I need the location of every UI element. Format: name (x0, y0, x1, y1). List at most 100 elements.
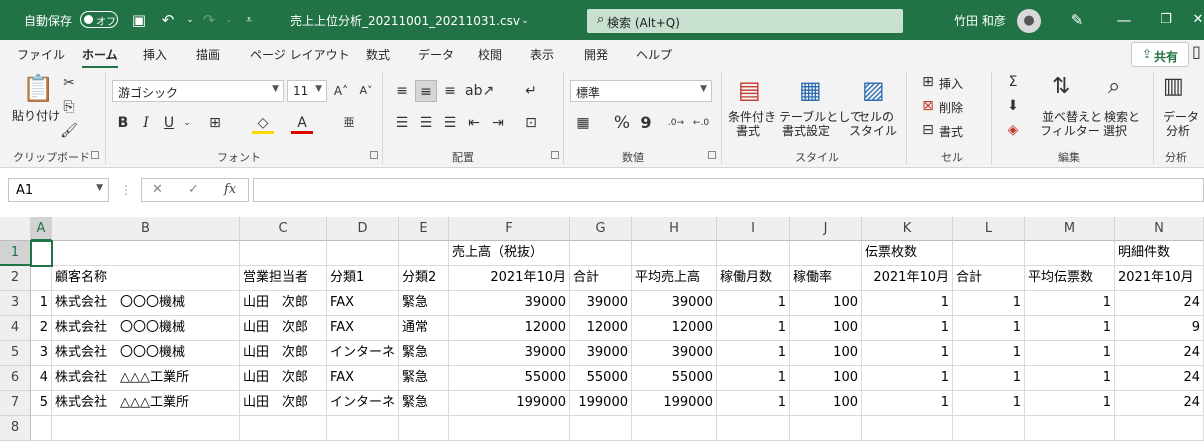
redo-icon[interactable]: ↷ (198, 9, 220, 31)
cell-k3[interactable]: 1 (862, 291, 953, 316)
row-header-5[interactable]: 5 (0, 341, 31, 366)
cell-m6[interactable]: 1 (1025, 366, 1115, 391)
name-box[interactable]: A1 ▼ (8, 178, 109, 202)
row-header-2[interactable]: 2 (0, 266, 31, 291)
cell-d5[interactable]: インターネ (327, 341, 399, 366)
font-size-select[interactable]: 11 ▼ (287, 80, 327, 102)
underline-dropdown-icon[interactable]: ⌄ (176, 112, 198, 134)
insert-cells-button[interactable]: 挿入 (939, 75, 963, 92)
cell-m2[interactable]: 平均伝票数 (1025, 266, 1115, 291)
sort-filter-icon[interactable]: ⇅ (1052, 74, 1070, 99)
font-color-icon[interactable]: A (291, 112, 313, 134)
cell-m8[interactable] (1025, 416, 1115, 441)
cell-l3[interactable]: 1 (953, 291, 1025, 316)
autosum-icon[interactable]: Σ (1002, 71, 1024, 93)
row-header-3[interactable]: 3 (0, 291, 31, 316)
confirm-edit-button[interactable]: ✓ (188, 182, 199, 197)
italic-button[interactable]: I (135, 112, 157, 134)
cell-c4[interactable]: 山田 次郎 (240, 316, 327, 341)
cell-c1[interactable] (240, 241, 327, 266)
cell-e1[interactable] (399, 241, 449, 266)
align-top-icon[interactable]: ≡ (391, 80, 413, 102)
decrease-font-icon[interactable]: A˅ (355, 80, 377, 102)
bold-button[interactable]: B (112, 112, 134, 134)
increase-font-icon[interactable]: A˄ (330, 80, 352, 102)
more-icon[interactable]: ▯ (1192, 42, 1201, 61)
cell-i7[interactable]: 1 (717, 391, 790, 416)
cell-b4[interactable]: 株式会社 〇〇〇機械 (52, 316, 240, 341)
row-header-7[interactable]: 7 (0, 391, 31, 416)
format-as-table-icon[interactable]: ▦ (799, 76, 822, 104)
delete-cells-button[interactable]: 削除 (939, 99, 963, 116)
cell-a5[interactable]: 3 (31, 341, 52, 366)
cell-a3[interactable]: 1 (31, 291, 52, 316)
cell-d4[interactable]: FAX (327, 316, 399, 341)
percent-button[interactable]: % (611, 112, 633, 134)
cell-g8[interactable] (570, 416, 632, 441)
cell-j8[interactable] (790, 416, 862, 441)
cell-e6[interactable]: 緊急 (399, 366, 449, 391)
format-cells-icon[interactable]: ⊟ (917, 119, 939, 141)
clear-icon[interactable]: ◈ (1002, 119, 1024, 141)
cell-d3[interactable]: FAX (327, 291, 399, 316)
cell-d7[interactable]: インターネ (327, 391, 399, 416)
cell-l2[interactable]: 合計 (953, 266, 1025, 291)
clipboard-launcher-icon[interactable] (91, 151, 99, 159)
cell-l1[interactable] (953, 241, 1025, 266)
search-box[interactable]: ⌕ 検索 (Alt+Q) (587, 9, 903, 33)
delete-cells-icon[interactable]: ⊠ (917, 95, 939, 117)
column-header-n[interactable]: N (1115, 217, 1204, 241)
alignment-launcher-icon[interactable] (551, 151, 559, 159)
cell-m5[interactable]: 1 (1025, 341, 1115, 366)
restore-icon[interactable]: ❐ (1155, 9, 1177, 31)
row-header-8[interactable]: 8 (0, 416, 31, 441)
cell-c6[interactable]: 山田 次郎 (240, 366, 327, 391)
cell-i4[interactable]: 1 (717, 316, 790, 341)
comma-button[interactable]: 9 (635, 112, 657, 134)
cell-b7[interactable]: 株式会社 △△△工業所 (52, 391, 240, 416)
tab-insert[interactable]: 挿入 (143, 46, 167, 63)
cell-h5[interactable]: 39000 (632, 341, 717, 366)
row-header-4[interactable]: 4 (0, 316, 31, 341)
cell-a6[interactable]: 4 (31, 366, 52, 391)
wrap-text-icon[interactable]: ↵ (520, 80, 542, 102)
column-header-h[interactable]: H (632, 217, 717, 241)
cell-f2[interactable]: 2021年10月 (449, 266, 570, 291)
minimize-icon[interactable]: — (1113, 9, 1135, 31)
cell-g2[interactable]: 合計 (570, 266, 632, 291)
column-header-d[interactable]: D (327, 217, 399, 241)
column-header-f[interactable]: F (449, 217, 570, 241)
user-name[interactable]: 竹田 和彦 (954, 12, 1006, 29)
align-middle-icon[interactable]: ≡ (415, 80, 437, 102)
cell-styles-button[interactable]: セルの (858, 110, 894, 124)
format-painter-icon[interactable]: 🖌 (58, 120, 80, 142)
paste-button[interactable]: 貼り付け (12, 109, 60, 123)
cell-b2[interactable]: 顧客名称 (52, 266, 240, 291)
column-header-b[interactable]: B (52, 217, 240, 241)
cell-i6[interactable]: 1 (717, 366, 790, 391)
column-header-c[interactable]: C (240, 217, 327, 241)
cell-c2[interactable]: 営業担当者 (240, 266, 327, 291)
tab-data[interactable]: データ (418, 46, 454, 63)
cut-icon[interactable]: ✂ (58, 72, 80, 94)
increase-indent-icon[interactable]: ⇥ (487, 112, 509, 134)
column-header-k[interactable]: K (862, 217, 953, 241)
sort-filter-button[interactable]: 並べ替えと (1042, 110, 1102, 124)
format-cells-button[interactable]: 書式 (939, 123, 963, 140)
paste-icon[interactable]: 📋 (22, 74, 54, 104)
cell-i3[interactable]: 1 (717, 291, 790, 316)
cell-a7[interactable]: 5 (31, 391, 52, 416)
select-all-corner[interactable] (0, 217, 31, 241)
cell-m1[interactable] (1025, 241, 1115, 266)
cell-n8[interactable] (1115, 416, 1204, 441)
tab-draw[interactable]: 描画 (196, 46, 220, 63)
font-family-select[interactable]: 游ゴシック ▼ (112, 80, 284, 102)
cell-d1[interactable] (327, 241, 399, 266)
tab-file[interactable]: ファイル (17, 46, 65, 63)
format-as-table-button[interactable]: テーブルとして (779, 110, 862, 124)
cell-j1[interactable] (790, 241, 862, 266)
cell-h6[interactable]: 55000 (632, 366, 717, 391)
cell-c7[interactable]: 山田 次郎 (240, 391, 327, 416)
cell-d6[interactable]: FAX (327, 366, 399, 391)
align-bottom-icon[interactable]: ≡ (439, 80, 461, 102)
